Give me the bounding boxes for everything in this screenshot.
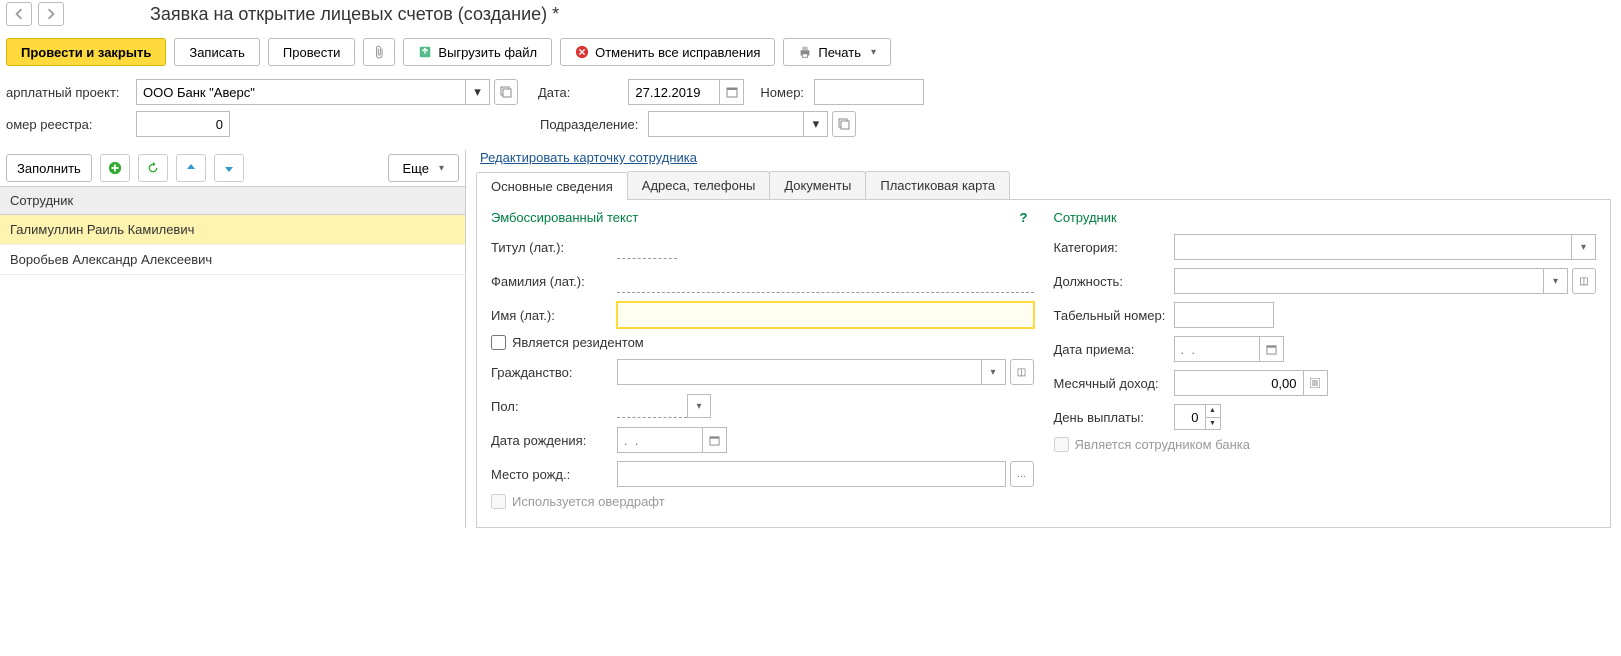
birthplace-input[interactable] <box>617 461 1006 487</box>
employee-row[interactable]: Воробьев Александр Алексеевич <box>0 245 465 275</box>
upload-file-label: Выгрузить файл <box>438 45 537 60</box>
position-dropdown-button[interactable]: ▾ <box>1544 268 1568 294</box>
number-input[interactable] <box>814 79 924 105</box>
refresh-button[interactable] <box>138 154 168 182</box>
citizenship-open-button[interactable]: ◫ <box>1010 359 1034 385</box>
tab-card[interactable]: Пластиковая карта <box>865 171 1010 199</box>
dept-open-button[interactable] <box>832 111 856 137</box>
dept-label: Подразделение: <box>540 117 638 132</box>
title-label: Титул (лат.): <box>491 240 609 255</box>
employee-section-title: Сотрудник <box>1054 210 1597 225</box>
tab-main[interactable]: Основные сведения <box>476 172 628 200</box>
resident-label: Является резидентом <box>512 335 644 350</box>
overdraft-checkbox <box>491 494 506 509</box>
date-input[interactable] <box>628 79 720 105</box>
employee-list-panel: Заполнить Еще Сотрудник Галимуллин Раиль… <box>0 150 466 528</box>
position-open-button[interactable]: ◫ <box>1572 268 1596 294</box>
add-button[interactable] <box>100 154 130 182</box>
fill-button[interactable]: Заполнить <box>6 154 92 182</box>
upload-file-button[interactable]: Выгрузить файл <box>403 38 552 66</box>
payday-input[interactable] <box>1174 404 1206 430</box>
birthplace-label: Место рожд.: <box>491 467 609 482</box>
citizenship-input[interactable] <box>617 359 982 385</box>
payday-label: День выплаты: <box>1054 410 1166 425</box>
cancel-fixes-label: Отменить все исправления <box>595 45 760 60</box>
tab-documents[interactable]: Документы <box>769 171 866 199</box>
birthdate-label: Дата рождения: <box>491 433 609 448</box>
nav-forward-button[interactable] <box>38 2 64 26</box>
tab-addresses[interactable]: Адреса, телефоны <box>627 171 771 199</box>
gender-input[interactable] <box>617 394 687 418</box>
name-input[interactable] <box>617 302 1034 328</box>
category-label: Категория: <box>1054 240 1166 255</box>
project-label: арплатный проект: <box>6 85 126 100</box>
date-label: Дата: <box>538 85 570 100</box>
payday-up-button[interactable]: ▲ <box>1206 405 1220 418</box>
help-icon[interactable]: ? <box>1020 210 1028 225</box>
category-input[interactable] <box>1174 234 1573 260</box>
employee-row[interactable]: Галимуллин Раиль Камилевич <box>0 215 465 245</box>
date-calendar-button[interactable] <box>720 79 744 105</box>
print-label: Печать <box>818 45 861 60</box>
payday-down-button[interactable]: ▼ <box>1206 418 1220 430</box>
income-label: Месячный доход: <box>1054 376 1166 391</box>
birthdate-input[interactable] <box>617 427 703 453</box>
tabnum-label: Табельный номер: <box>1054 308 1166 323</box>
emboss-section-title: Эмбоссированный текст? <box>491 210 1034 225</box>
tab-bar: Основные сведения Адреса, телефоны Докум… <box>476 171 1611 200</box>
income-calc-button[interactable] <box>1304 370 1328 396</box>
cancel-fixes-button[interactable]: Отменить все исправления <box>560 38 775 66</box>
move-up-button[interactable] <box>176 154 206 182</box>
more-button[interactable]: Еще <box>388 154 459 182</box>
birthdate-calendar-button[interactable] <box>703 427 727 453</box>
project-dropdown-button[interactable]: ▾ <box>466 79 490 105</box>
registry-label: омер реестра: <box>6 117 126 132</box>
hiredate-label: Дата приема: <box>1054 342 1166 357</box>
bank-employee-checkbox <box>1054 437 1069 452</box>
birthplace-more-button[interactable]: … <box>1010 461 1034 487</box>
hiredate-calendar-button[interactable] <box>1260 336 1284 362</box>
project-input[interactable] <box>136 79 466 105</box>
save-button[interactable]: Записать <box>174 38 260 66</box>
resident-checkbox[interactable] <box>491 335 506 350</box>
gender-dropdown-button[interactable]: ▾ <box>687 394 711 418</box>
citizenship-dropdown-button[interactable]: ▾ <box>982 359 1006 385</box>
tabnum-input[interactable] <box>1174 302 1274 328</box>
dept-dropdown-button[interactable]: ▾ <box>804 111 828 137</box>
surname-label: Фамилия (лат.): <box>491 274 609 289</box>
print-button[interactable]: Печать <box>783 38 891 66</box>
attach-button[interactable] <box>363 38 395 66</box>
registry-input[interactable] <box>136 111 230 137</box>
employee-column-header[interactable]: Сотрудник <box>0 186 465 215</box>
project-open-button[interactable] <box>494 79 518 105</box>
income-input[interactable] <box>1174 370 1304 396</box>
name-label: Имя (лат.): <box>491 308 609 323</box>
position-label: Должность: <box>1054 274 1166 289</box>
page-title: Заявка на открытие лицевых счетов (созда… <box>150 4 559 25</box>
dept-input[interactable] <box>648 111 804 137</box>
category-dropdown-button[interactable]: ▾ <box>1572 234 1596 260</box>
move-down-button[interactable] <box>214 154 244 182</box>
citizenship-label: Гражданство: <box>491 365 609 380</box>
gender-label: Пол: <box>491 399 609 414</box>
bank-employee-label: Является сотрудником банка <box>1075 437 1250 452</box>
nav-back-button[interactable] <box>6 2 32 26</box>
number-label: Номер: <box>760 85 804 100</box>
post-close-button[interactable]: Провести и закрыть <box>6 38 166 66</box>
post-button[interactable]: Провести <box>268 38 356 66</box>
title-input[interactable] <box>617 235 677 259</box>
surname-input[interactable] <box>617 269 1034 293</box>
hiredate-input[interactable] <box>1174 336 1260 362</box>
edit-employee-link[interactable]: Редактировать карточку сотрудника <box>476 150 697 171</box>
position-input[interactable] <box>1174 268 1545 294</box>
overdraft-label: Используется овердрафт <box>512 494 665 509</box>
